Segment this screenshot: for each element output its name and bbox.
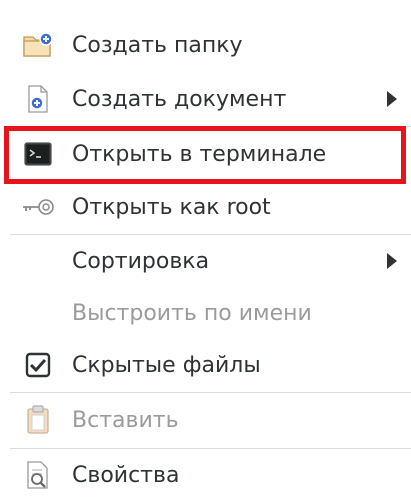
- new-folder-icon: [20, 27, 56, 63]
- submenu-arrow-icon: [387, 253, 397, 269]
- menu-item-label: Создать документ: [72, 86, 287, 112]
- menu-item-label: Открыть в терминале: [72, 141, 327, 167]
- context-menu: Создать папку Создать документ Открыть в…: [0, 0, 411, 502]
- menu-item-label: Открыть как root: [72, 194, 271, 220]
- menu-item-label: Создать папку: [72, 32, 243, 58]
- menu-item-paste: Вставить: [0, 394, 411, 446]
- menu-separator: [10, 448, 411, 449]
- menu-item-label: Скрытые файлы: [72, 352, 261, 378]
- menu-item-label: Сортировка: [72, 248, 210, 274]
- menu-item-hidden-files[interactable]: Скрытые файлы: [0, 340, 411, 390]
- new-document-icon: [20, 81, 56, 117]
- menu-item-arrange-by-name: Выстроить по имени: [0, 288, 411, 338]
- menu-item-label: Свойства: [72, 462, 180, 488]
- menu-item-label: Вставить: [72, 407, 179, 433]
- menu-item-label: Выстроить по имени: [72, 300, 312, 326]
- menu-item-open-terminal[interactable]: Открыть в терминале: [0, 128, 411, 180]
- checkbox-checked-icon[interactable]: [20, 347, 56, 383]
- menu-item-open-as-root[interactable]: Открыть как root: [0, 182, 411, 232]
- properties-icon: [20, 457, 56, 493]
- menu-item-new-folder[interactable]: Создать папку: [0, 20, 411, 70]
- submenu-arrow-icon: [387, 91, 397, 107]
- menu-item-new-document[interactable]: Создать документ: [0, 74, 411, 124]
- paste-icon: [20, 402, 56, 438]
- menu-item-properties[interactable]: Свойства: [0, 450, 411, 500]
- terminal-icon: [20, 136, 56, 172]
- key-icon: [20, 189, 56, 225]
- menu-separator: [10, 126, 411, 127]
- menu-separator: [10, 392, 411, 393]
- menu-item-sort[interactable]: Сортировка: [0, 236, 411, 286]
- menu-separator: [10, 234, 411, 235]
